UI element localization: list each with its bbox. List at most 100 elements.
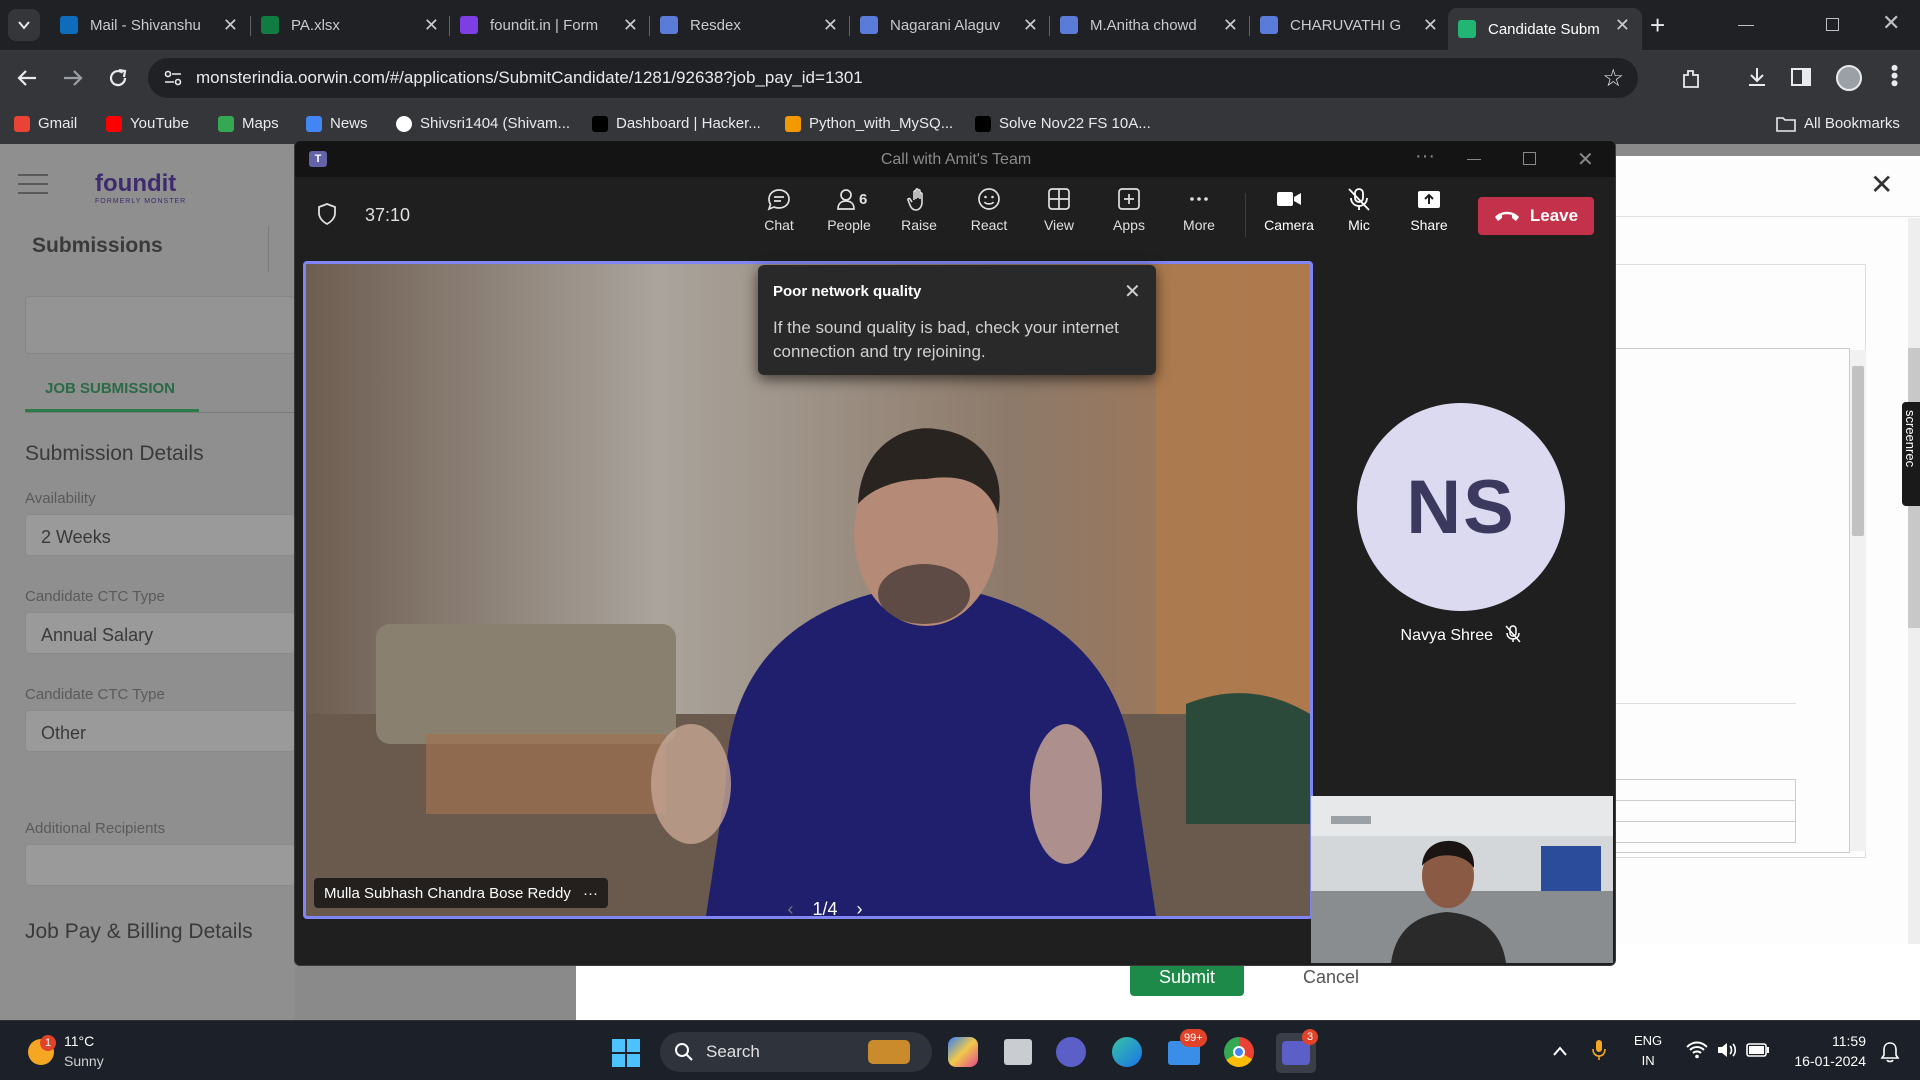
teams-taskbar-icon[interactable]: 3	[1276, 1029, 1318, 1073]
modal-close-icon[interactable]: ✕	[1870, 168, 1893, 201]
toolbar-button-camera[interactable]: Camera	[1257, 187, 1321, 233]
participant-more-icon[interactable]: ···	[583, 885, 598, 902]
react-icon	[978, 188, 1000, 210]
ctc-type-field-2[interactable]: Other	[25, 710, 295, 752]
taskbar-search-box[interactable]: Search	[660, 1032, 932, 1072]
tray-chevron-up-icon[interactable]	[1552, 1045, 1568, 1057]
weather-widget[interactable]: 1 11°C Sunny	[24, 1029, 124, 1073]
tab-search-button[interactable]	[8, 9, 40, 41]
editor-area[interactable]	[1600, 348, 1850, 853]
tab-close-icon[interactable]: ✕	[424, 15, 439, 36]
mail-icon[interactable]: 99+	[1168, 1029, 1207, 1065]
browser-tab[interactable]: foundit.in | Form ✕	[450, 8, 650, 42]
side-panel-icon[interactable]	[1790, 67, 1812, 87]
bookmark-item[interactable]: Python_with_MySQ...	[785, 115, 953, 132]
availability-field[interactable]: 2 Weeks	[25, 514, 295, 556]
tray-mic-icon[interactable]	[1592, 1039, 1606, 1061]
top-input-box[interactable]	[25, 296, 295, 354]
extensions-icon[interactable]	[1680, 67, 1702, 89]
notification-bell-icon[interactable]	[1880, 1041, 1900, 1063]
toolbar-button-more[interactable]: More	[1167, 187, 1231, 233]
page-scrollbar[interactable]	[1908, 218, 1920, 956]
shield-icon[interactable]	[317, 203, 337, 225]
all-bookmarks-folder[interactable]: All Bookmarks	[1776, 115, 1900, 132]
download-icon[interactable]	[1746, 66, 1768, 88]
toolbar-button-people[interactable]: 6 People	[817, 187, 881, 233]
tab-close-icon[interactable]: ✕	[1423, 15, 1438, 36]
bookmark-item[interactable]: Gmail	[14, 115, 77, 132]
address-bar[interactable]: monsterindia.oorwin.com/#/applications/S…	[148, 58, 1638, 98]
tab-close-icon[interactable]: ✕	[1615, 15, 1630, 36]
reload-icon[interactable]	[106, 66, 130, 90]
tab-close-icon[interactable]: ✕	[223, 15, 238, 36]
windows-start-icon[interactable]	[612, 1039, 640, 1067]
bookmark-item[interactable]: Shivsri1404 (Shivam...	[396, 115, 570, 132]
teams-close-button[interactable]: ✕	[1577, 147, 1594, 172]
additional-recipients-field[interactable]	[25, 844, 295, 886]
page-next-icon[interactable]: ›	[857, 899, 863, 919]
search-highlight-icon	[868, 1040, 910, 1064]
clock[interactable]: 11:59 16-01-2024	[1782, 1031, 1866, 1071]
ctc-type-field[interactable]: Annual Salary	[25, 612, 295, 654]
minimize-window-button[interactable]	[1738, 25, 1754, 26]
page-prev-icon[interactable]: ‹	[787, 899, 793, 919]
toolbar-button-apps[interactable]: Apps	[1097, 187, 1161, 233]
close-window-button[interactable]: ✕	[1882, 10, 1900, 36]
meet-app-icon[interactable]	[1056, 1037, 1086, 1067]
teams-title-more-icon[interactable]: ···	[1415, 145, 1435, 168]
editor-scrollbar[interactable]	[1850, 350, 1866, 851]
volume-icon[interactable]	[1716, 1041, 1738, 1059]
toolbar-button-view[interactable]: View	[1027, 187, 1091, 233]
copilot-icon[interactable]	[948, 1037, 978, 1067]
self-view-video[interactable]	[1311, 796, 1613, 963]
teams-minimize-button[interactable]	[1467, 159, 1481, 160]
browser-tab[interactable]: CHARUVATHI G ✕	[1250, 8, 1450, 42]
bookmark-item[interactable]: Maps	[218, 115, 279, 132]
bookmark-item[interactable]: News	[306, 115, 368, 132]
battery-icon[interactable]	[1746, 1043, 1770, 1057]
toolbar-button-share[interactable]: Share	[1397, 187, 1461, 233]
browser-tab[interactable]: M.Anitha chowd ✕	[1050, 8, 1250, 42]
toolbar-button-chat[interactable]: Chat	[747, 187, 811, 233]
tab-close-icon[interactable]: ✕	[623, 15, 638, 36]
profile-avatar[interactable]	[1836, 65, 1862, 91]
site-info-icon[interactable]	[164, 70, 182, 86]
tab-close-icon[interactable]: ✕	[1023, 15, 1038, 36]
clock-date: 16-01-2024	[1794, 1053, 1866, 1069]
browser-tab[interactable]: Nagarani Alaguv ✕	[850, 8, 1050, 42]
leave-call-button[interactable]: Leave	[1478, 197, 1594, 235]
teams-call-toolbar: 37:10 Chat 6 People Raise React View Apps More C…	[295, 177, 1615, 253]
toolbar-button-mic[interactable]: Mic	[1327, 187, 1391, 233]
toolbar-label: Apps	[1113, 217, 1145, 233]
forward-icon[interactable]	[62, 67, 84, 89]
toolbar-label: Share	[1410, 217, 1448, 233]
tab-close-icon[interactable]: ✕	[1223, 15, 1238, 36]
tab-close-icon[interactable]: ✕	[823, 15, 838, 36]
chrome-icon[interactable]	[1224, 1037, 1254, 1067]
browser-menu-icon[interactable]: •••	[1882, 64, 1907, 87]
task-view-icon[interactable]	[1004, 1039, 1032, 1065]
toolbar-button-react[interactable]: React	[957, 187, 1021, 233]
browser-tab[interactable]: Mail - Shivanshu ✕	[50, 8, 250, 42]
browser-tab[interactable]: PA.xlsx ✕	[251, 8, 451, 42]
bookmark-star-icon[interactable]: ☆	[1602, 64, 1624, 93]
edge-icon[interactable]	[1112, 1037, 1142, 1067]
hamburger-menu-icon[interactable]	[18, 174, 48, 194]
back-icon[interactable]	[16, 67, 38, 89]
bookmark-item[interactable]: Dashboard | Hacker...	[592, 115, 761, 132]
wifi-icon[interactable]	[1686, 1041, 1708, 1059]
browser-tab[interactable]: Resdex ✕	[650, 8, 850, 42]
ctc-type-label: Candidate CTC Type	[25, 588, 165, 605]
restore-window-button[interactable]	[1826, 18, 1839, 31]
teams-maximize-button[interactable]	[1523, 152, 1536, 165]
new-tab-button[interactable]: +	[1650, 10, 1665, 41]
browser-tab[interactable]: Candidate Subm ✕	[1448, 8, 1642, 50]
bookmark-item[interactable]: Solve Nov22 FS 10A...	[975, 115, 1151, 132]
participant-name-tag: Mulla Subhash Chandra Bose Reddy ···	[314, 878, 608, 908]
screenrec-badge[interactable]: screenrec	[1902, 402, 1920, 506]
toolbar-button-raise[interactable]: Raise	[887, 187, 951, 233]
bookmark-item[interactable]: YouTube	[106, 115, 189, 132]
language-indicator[interactable]: ENG IN	[1634, 1031, 1662, 1071]
toast-close-icon[interactable]: ✕	[1124, 279, 1141, 304]
tab-job-submission[interactable]: JOB SUBMISSION	[25, 372, 199, 412]
